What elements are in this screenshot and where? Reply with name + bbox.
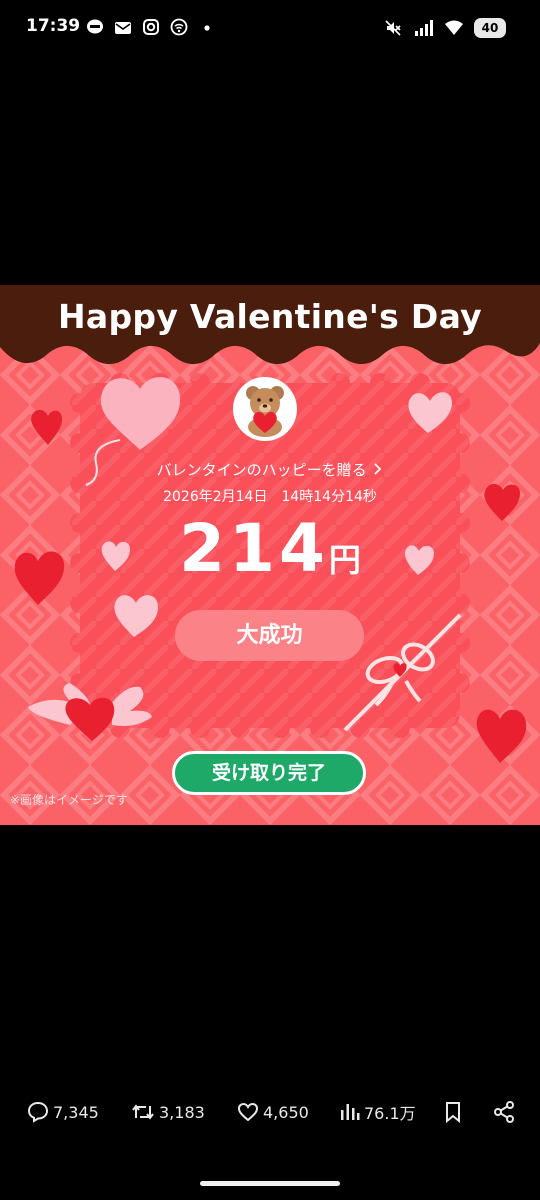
amount: 214 bbox=[179, 510, 329, 587]
repost-button[interactable]: 3,183 bbox=[130, 1100, 205, 1124]
banner-title: Happy Valentine's Day bbox=[58, 297, 482, 336]
heart-icon bbox=[236, 1100, 260, 1124]
status-bar: 17:39 40 bbox=[0, 0, 540, 58]
result-badge: 大成功 bbox=[175, 610, 364, 661]
disclaimer: ※画像はイメージです bbox=[10, 793, 128, 807]
currency: 円 bbox=[328, 541, 361, 579]
like-button[interactable]: 4,650 bbox=[236, 1100, 309, 1124]
share-icon bbox=[492, 1100, 516, 1124]
share-button[interactable] bbox=[492, 1100, 516, 1124]
mute-icon bbox=[384, 19, 402, 37]
bear-icon bbox=[233, 377, 297, 441]
reply-button[interactable]: 7,345 bbox=[26, 1100, 99, 1124]
notification-icons bbox=[86, 18, 216, 36]
received-button: 受け取り完了 bbox=[172, 751, 366, 795]
gift-link-text: バレンタインのハッピーを贈る bbox=[156, 461, 367, 479]
views-icon bbox=[339, 1100, 361, 1124]
connection-icon bbox=[170, 18, 188, 36]
mail-icon bbox=[114, 18, 132, 36]
signal-icon bbox=[414, 19, 433, 37]
repost-count: 3,183 bbox=[159, 1102, 205, 1122]
reply-count: 7,345 bbox=[53, 1102, 99, 1122]
status-time: 17:39 bbox=[26, 16, 81, 36]
bookmark-button[interactable] bbox=[442, 1100, 464, 1124]
post-action-bar: 7,345 3,183 4,650 76.1万 bbox=[0, 1092, 540, 1132]
battery-indicator: 40 bbox=[474, 18, 506, 38]
bookmark-icon bbox=[442, 1100, 464, 1124]
views-count: 76.1万 bbox=[364, 1104, 416, 1123]
gift-date: 2026年2月14日 14時14分14秒 bbox=[163, 489, 377, 505]
views-button[interactable]: 76.1万 bbox=[339, 1100, 416, 1124]
post-image[interactable]: Happy Valentine's Day バレンタインのハッピーを贈る 202… bbox=[0, 285, 540, 825]
reply-icon bbox=[26, 1100, 50, 1124]
system-icons: 40 bbox=[384, 18, 506, 38]
dot-icon bbox=[198, 18, 216, 36]
amount-row: 214円 bbox=[100, 510, 440, 587]
wifi-icon bbox=[444, 19, 463, 37]
chevron-right-icon bbox=[371, 461, 383, 479]
gift-link[interactable]: バレンタインのハッピーを贈る bbox=[100, 459, 440, 480]
like-count: 4,650 bbox=[263, 1102, 309, 1122]
repost-icon bbox=[130, 1100, 156, 1124]
instagram-icon bbox=[142, 18, 160, 36]
home-indicator[interactable] bbox=[200, 1181, 340, 1186]
line-icon bbox=[86, 18, 104, 36]
